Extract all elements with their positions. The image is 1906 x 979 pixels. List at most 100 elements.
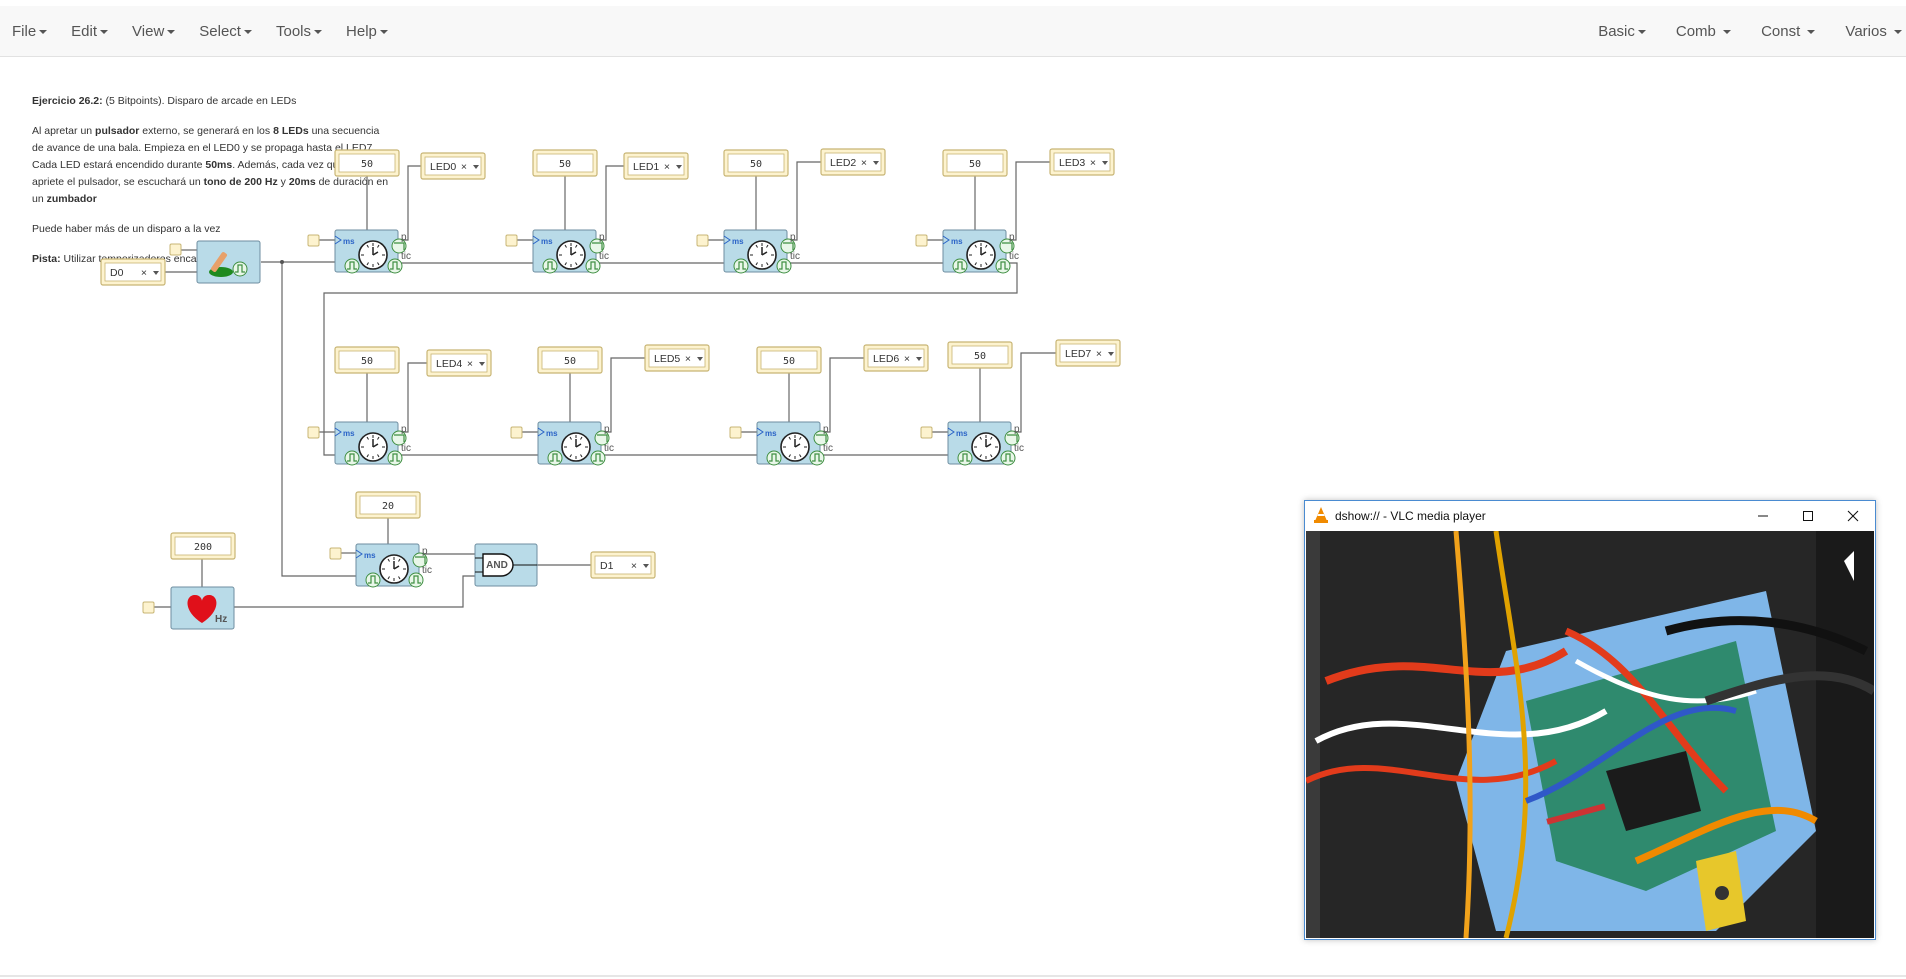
- timer-p-label: p: [599, 232, 605, 243]
- timer-block[interactable]: p tic: [947, 421, 1024, 466]
- menu-select[interactable]: Select: [187, 23, 264, 40]
- menu-comb-label: Comb: [1675, 22, 1716, 40]
- led-output-pin[interactable]: LED0 ×: [420, 152, 486, 180]
- vlc-cone-icon: [1314, 507, 1328, 526]
- menu-const[interactable]: Const: [1746, 23, 1830, 40]
- constant-value: 50: [361, 159, 373, 170]
- timer-block[interactable]: p tic: [942, 229, 1019, 274]
- led-output-pin[interactable]: LED5 ×: [644, 344, 710, 372]
- close-button[interactable]: [1830, 501, 1875, 531]
- constant-value: 50: [969, 159, 981, 170]
- wire: [234, 575, 475, 608]
- pin-label: LED2: [830, 157, 856, 169]
- constant-block[interactable]: 50: [532, 149, 598, 177]
- maximize-button[interactable]: [1785, 501, 1830, 531]
- constant-block[interactable]: 50: [942, 149, 1008, 177]
- menu-help-label: Help: [346, 22, 377, 40]
- led-output-pin[interactable]: LED4 ×: [426, 349, 492, 377]
- wire: [1011, 352, 1056, 433]
- input-port[interactable]: [142, 601, 155, 614]
- constant-value: 50: [564, 356, 576, 367]
- caret-down-icon: [314, 29, 323, 34]
- timer-block[interactable]: p tic: [537, 421, 614, 466]
- input-pin[interactable]: D0 ×: [100, 258, 166, 286]
- clear-icon: ×: [685, 353, 691, 365]
- timer-block[interactable]: p tic: [532, 229, 609, 274]
- wire: [281, 262, 356, 577]
- wire: [398, 362, 427, 433]
- timer-block[interactable]: p tic: [756, 421, 833, 466]
- menu-edit[interactable]: Edit: [59, 23, 120, 40]
- constant-value: 50: [750, 159, 762, 170]
- menu-comb[interactable]: Comb: [1661, 23, 1746, 40]
- and-gate-block[interactable]: AND: [474, 543, 538, 587]
- wire: [398, 165, 421, 241]
- pin-label: D0: [110, 267, 124, 279]
- timer-tic-label: tic: [1009, 251, 1019, 262]
- constant-block[interactable]: 50: [334, 346, 400, 374]
- constant-block[interactable]: 50: [334, 149, 400, 177]
- input-port[interactable]: [729, 426, 742, 439]
- input-port[interactable]: [169, 243, 182, 256]
- caret-down-icon: [167, 29, 176, 34]
- input-port[interactable]: [329, 547, 342, 560]
- timer-tic-label: tic: [790, 251, 800, 262]
- main-menu: File Edit View Select Tools Help: [0, 6, 400, 56]
- led-output-pin[interactable]: LED3 ×: [1049, 148, 1115, 176]
- constant-block[interactable]: 50: [537, 346, 603, 374]
- vlc-titlebar[interactable]: dshow:// - VLC media player: [1305, 501, 1875, 531]
- pin-label: D1: [600, 560, 614, 572]
- menu-basic-label: Basic: [1598, 22, 1635, 40]
- input-port[interactable]: [505, 234, 518, 247]
- caret-down-icon: [243, 29, 252, 34]
- input-port[interactable]: [915, 234, 928, 247]
- timer-tic-label: tic: [823, 443, 833, 454]
- constant-value: 50: [559, 159, 571, 170]
- wire: [787, 161, 821, 241]
- menu-view-label: View: [132, 22, 165, 40]
- input-port[interactable]: [307, 426, 320, 439]
- buzzer-block[interactable]: Hz: [170, 586, 235, 630]
- constant-block[interactable]: 200: [170, 532, 236, 560]
- timer-tic-label: tic: [422, 565, 432, 576]
- clear-icon: ×: [461, 161, 467, 173]
- constant-block[interactable]: 50: [756, 346, 822, 374]
- minimize-button[interactable]: [1740, 501, 1785, 531]
- output-pin[interactable]: D1 ×: [590, 551, 656, 579]
- input-port[interactable]: [696, 234, 709, 247]
- vlc-window[interactable]: dshow:// - VLC media player: [1304, 500, 1876, 940]
- input-port[interactable]: [510, 426, 523, 439]
- vlc-video-frame[interactable]: [1306, 531, 1874, 938]
- menu-basic[interactable]: Basic: [1583, 23, 1661, 40]
- caret-down-icon: [379, 29, 388, 34]
- led-output-pin[interactable]: LED6 ×: [863, 344, 929, 372]
- led-output-pin[interactable]: LED7 ×: [1055, 339, 1121, 367]
- clear-icon: ×: [1096, 348, 1102, 360]
- timer-tic-label: tic: [599, 251, 609, 262]
- clear-icon: ×: [1090, 157, 1096, 169]
- menu-tools[interactable]: Tools: [264, 23, 334, 40]
- caret-down-icon: [1637, 29, 1646, 34]
- caret-down-icon: [100, 29, 109, 34]
- timer-block[interactable]: p tic: [334, 229, 411, 274]
- led-output-pin[interactable]: LED1 ×: [623, 152, 689, 180]
- timer-block[interactable]: p tic: [355, 543, 432, 588]
- menu-varios[interactable]: Varios: [1830, 23, 1906, 40]
- timer-block[interactable]: p tic: [334, 421, 411, 466]
- pin-label: LED6: [873, 353, 899, 365]
- timer-block[interactable]: p tic: [723, 229, 800, 274]
- constant-block[interactable]: 50: [947, 341, 1013, 369]
- constant-block[interactable]: 20: [355, 491, 421, 519]
- constant-block[interactable]: 50: [723, 149, 789, 177]
- timer-p-label: p: [1009, 232, 1015, 243]
- timer-p-label: p: [401, 232, 407, 243]
- input-port[interactable]: [307, 234, 320, 247]
- menu-help[interactable]: Help: [334, 23, 400, 40]
- menu-file[interactable]: File: [0, 23, 59, 40]
- menu-view[interactable]: View: [120, 23, 187, 40]
- pushbutton-block[interactable]: [196, 240, 261, 284]
- close-icon: [1847, 510, 1858, 522]
- timer-tic-label: tic: [401, 443, 411, 454]
- led-output-pin[interactable]: LED2 ×: [820, 148, 886, 176]
- input-port[interactable]: [920, 426, 933, 439]
